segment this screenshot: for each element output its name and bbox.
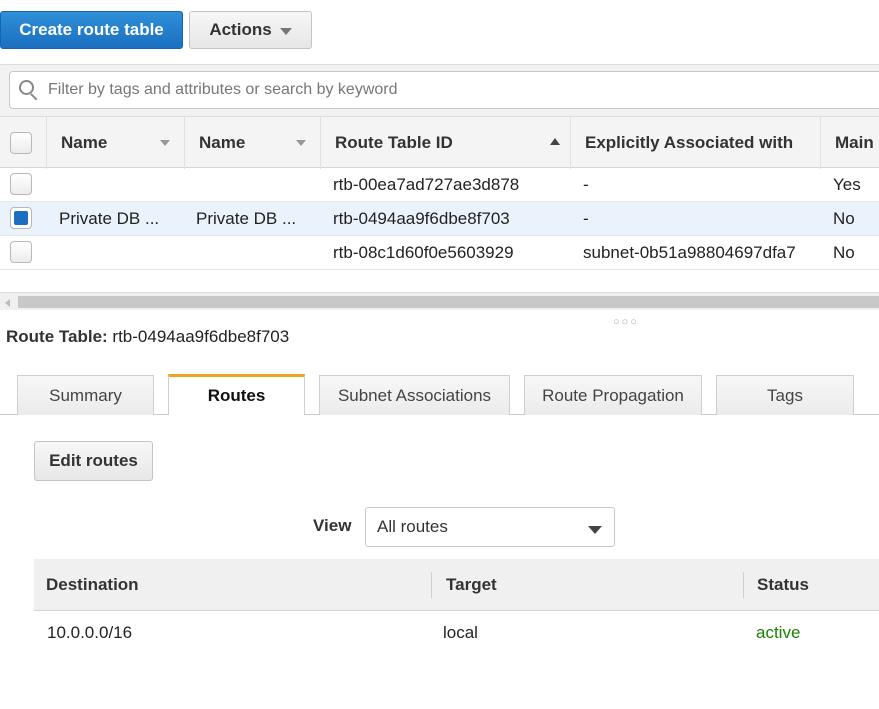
row-checkbox[interactable]	[10, 241, 32, 263]
column-header-target[interactable]: Target	[434, 559, 497, 611]
view-label: View	[313, 516, 352, 535]
select-all-checkbox[interactable]	[10, 132, 32, 154]
column-header-main[interactable]: Main	[821, 117, 879, 169]
cell-association: -	[583, 209, 589, 228]
cell-name-tag	[196, 236, 314, 270]
view-select[interactable]: All routes	[365, 507, 615, 547]
column-label: Route Table ID	[335, 133, 453, 152]
routes-table-header: Destination Target Status	[34, 559, 879, 611]
cell-name	[59, 168, 179, 202]
actions-label: Actions	[209, 20, 272, 39]
sort-caret-icon	[160, 140, 170, 146]
search-input[interactable]	[46, 80, 826, 100]
route-target: local	[443, 623, 478, 642]
scroll-left-icon[interactable]	[5, 299, 10, 307]
sort-ascending-icon	[550, 138, 560, 145]
cell-main: No	[833, 243, 855, 262]
column-label: Main	[835, 133, 874, 152]
tab-subnet-associations[interactable]: Subnet Associations	[319, 375, 510, 415]
filter-bar	[0, 64, 879, 116]
cell-name: Private DB ...	[59, 209, 160, 228]
column-label: Name	[199, 133, 246, 152]
column-divider	[431, 572, 432, 598]
cell-association: subnet-0b51a98804697dfa7	[583, 243, 796, 262]
tab-tags[interactable]: Tags	[716, 375, 854, 415]
cell-route-table-id: rtb-00ea7ad727ae3d878	[333, 175, 520, 194]
view-select-value: All routes	[377, 517, 448, 536]
column-header-explicit-association[interactable]: Explicitly Associated with	[571, 117, 821, 169]
detail-route-table-id: rtb-0494aa9f6dbe8f703	[112, 327, 290, 346]
cell-name-tag: Private DB ...	[196, 209, 297, 228]
cell-main: Yes	[833, 175, 861, 194]
row-checkbox[interactable]	[10, 207, 32, 229]
column-header-name[interactable]: Name	[47, 117, 185, 169]
chevron-down-icon	[279, 27, 292, 35]
table-row[interactable]: rtb-08c1d60f0e5603929 subnet-0b51a988046…	[0, 236, 879, 270]
cell-route-table-id: rtb-0494aa9f6dbe8f703	[333, 209, 510, 228]
grid-header: Name Name Route Table ID Explicitly Asso…	[0, 116, 879, 169]
column-header-status[interactable]: Status	[745, 559, 809, 611]
tab-routes[interactable]: Routes	[168, 374, 305, 415]
tab-summary[interactable]: Summary	[17, 375, 154, 415]
chevron-down-icon	[588, 526, 602, 534]
route-tables-grid: Name Name Route Table ID Explicitly Asso…	[0, 116, 879, 270]
column-header-name-tag[interactable]: Name	[185, 117, 321, 169]
actions-dropdown-button[interactable]: Actions	[189, 11, 312, 49]
edit-routes-button[interactable]: Edit routes	[34, 441, 153, 481]
cell-route-table-id: rtb-08c1d60f0e5603929	[333, 243, 514, 262]
column-header-route-table-id[interactable]: Route Table ID	[321, 117, 571, 169]
status-badge: active	[756, 623, 801, 642]
cell-association: -	[583, 175, 589, 194]
select-all-cell	[0, 117, 47, 169]
cell-name-tag	[196, 168, 314, 202]
tab-route-propagation[interactable]: Route Propagation	[524, 375, 702, 415]
column-divider	[743, 572, 744, 598]
table-row-selected[interactable]: Private DB ... Private DB ... rtb-0494aa…	[0, 202, 879, 236]
column-label: Explicitly Associated with	[585, 133, 794, 152]
detail-title: Route Table: rtb-0494aa9f6dbe8f703	[6, 327, 289, 347]
horizontal-scrollbar[interactable]	[0, 292, 879, 310]
column-label: Name	[61, 133, 108, 152]
cell-name	[59, 236, 179, 270]
panel-resize-handle[interactable]: ○○○	[613, 316, 639, 328]
search-icon	[19, 80, 39, 101]
route-destination: 10.0.0.0/16	[47, 623, 133, 642]
sort-caret-icon	[296, 140, 306, 146]
detail-label: Route Table:	[6, 327, 108, 346]
row-checkbox[interactable]	[10, 173, 32, 195]
column-header-destination[interactable]: Destination	[34, 559, 139, 611]
table-row[interactable]: rtb-00ea7ad727ae3d878 - Yes	[0, 168, 879, 202]
cell-main: No	[833, 209, 855, 228]
search-box[interactable]	[9, 71, 879, 109]
create-route-table-button[interactable]: Create route table	[0, 11, 183, 49]
route-row: 10.0.0.0/16 local active	[34, 612, 879, 654]
scrollbar-thumb[interactable]	[18, 296, 879, 308]
